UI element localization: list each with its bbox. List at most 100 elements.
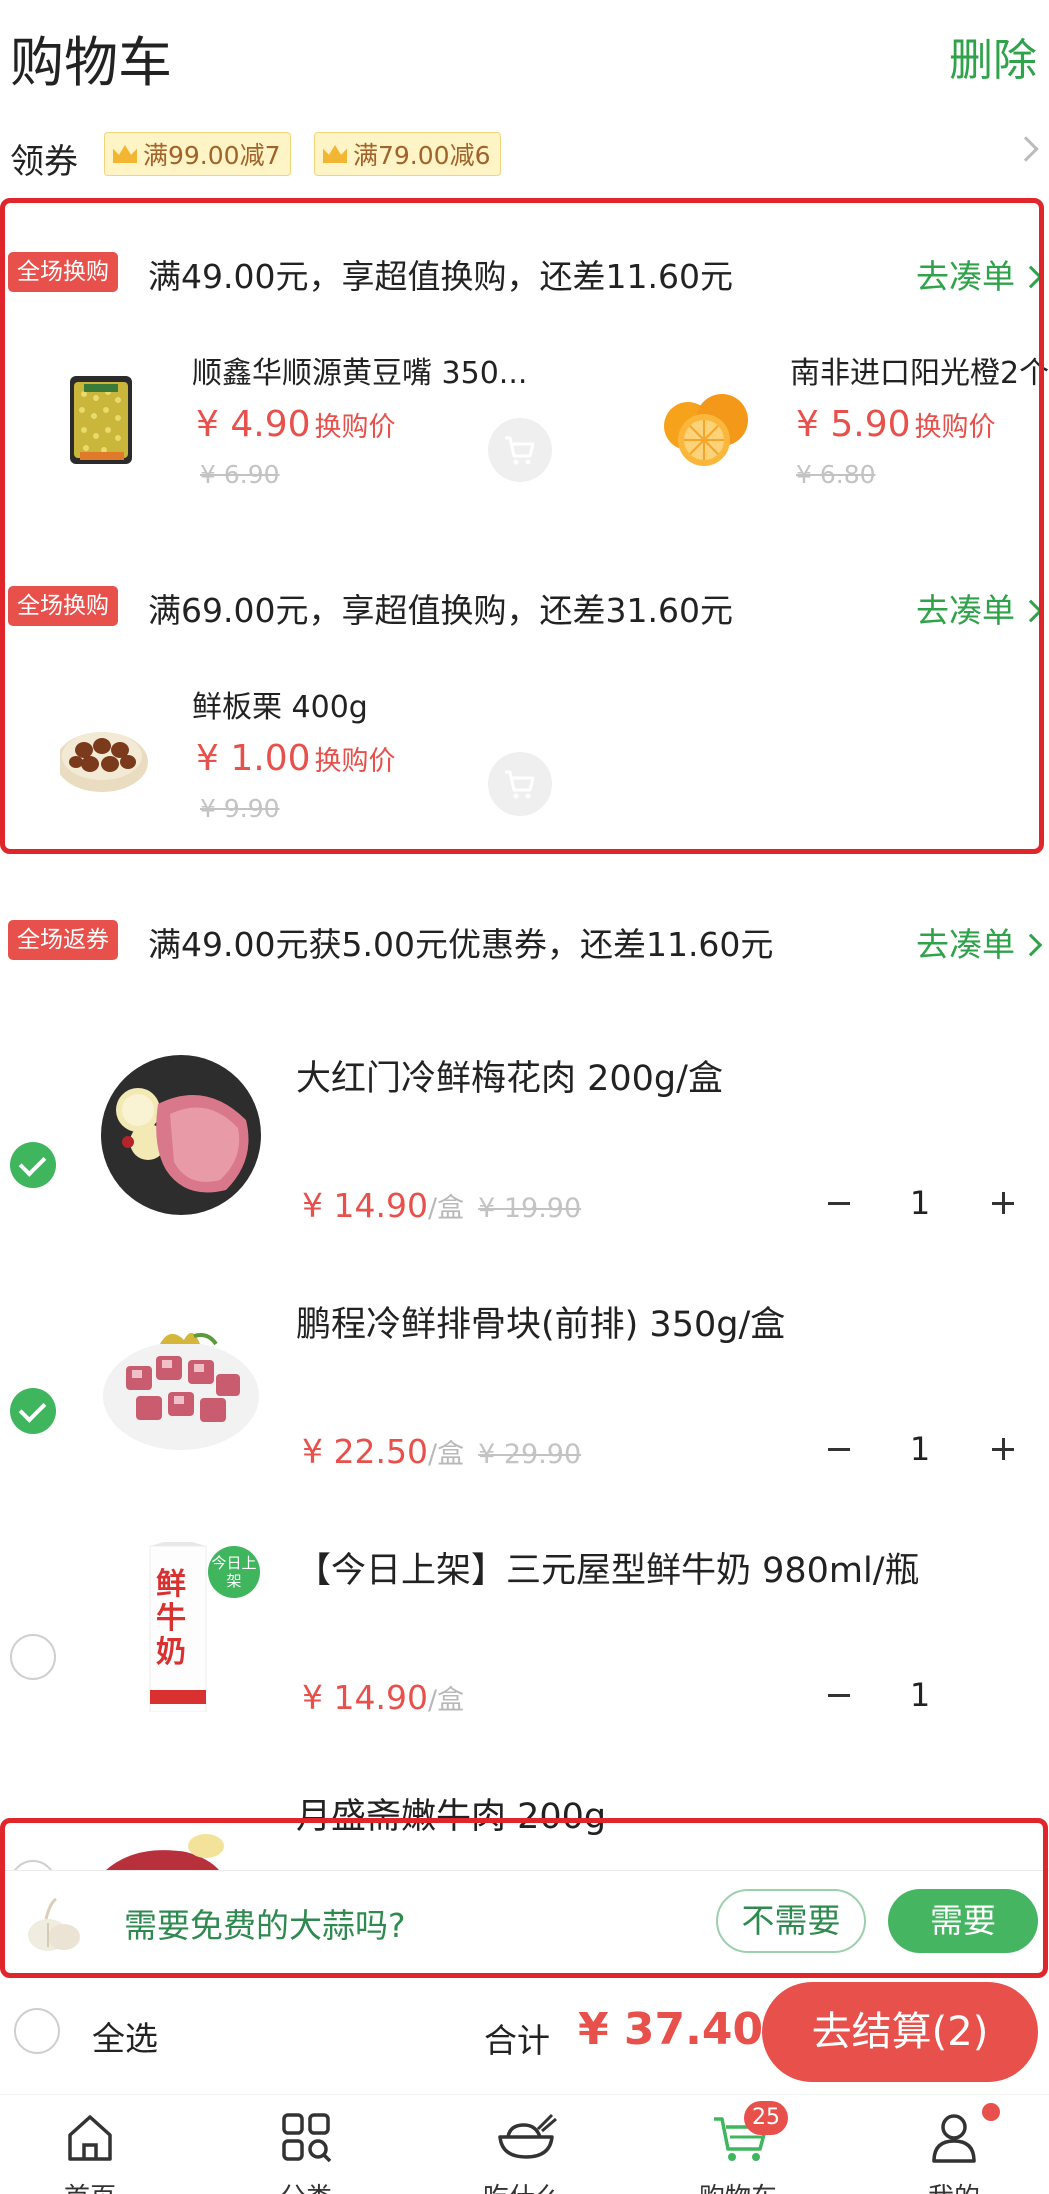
chevron-right-icon <box>1019 599 1043 623</box>
add-more-label: 去凑单 <box>916 591 1015 630</box>
price-unit: /盒 <box>427 1685 465 1716</box>
swap-item-name: 南非进口阳光橙2个 <box>790 356 1049 391</box>
header: 购物车 删除 <box>0 0 1049 110</box>
dish-icon <box>498 2113 557 2159</box>
promo-text: 满49.00元获5.00元优惠券，还差11.60元 <box>148 925 774 964</box>
cart-item[interactable]: 鹏程冷鲜排骨块(前排) 350g/盒 ¥ 22.50/盒 ¥ 29.90 1 <box>0 1296 1049 1536</box>
swap-item-orig-price: ¥ 6.90 <box>200 460 280 489</box>
add-more-label: 去凑单 <box>916 257 1015 296</box>
tab-label: 吃什么 <box>452 2177 592 2194</box>
tab-cart[interactable]: 25 购物车 <box>668 2095 808 2194</box>
item-checkbox[interactable] <box>10 1388 56 1434</box>
swap-promo-row: 全场换购 满69.00元，享超值换购，还差31.60元 去凑单 <box>0 580 1049 636</box>
price-suffix: 换购价 <box>314 746 396 777</box>
checkout-button[interactable]: 去结算(2) <box>762 1982 1038 2082</box>
tab-category[interactable]: 分类 <box>236 2095 376 2194</box>
chevron-right-icon <box>1019 265 1043 289</box>
checkout-bar: 全选 合计 ¥ 37.40 去结算(2) <box>0 1978 1049 2090</box>
tab-what-to-eat[interactable]: 吃什么 <box>452 2095 592 2194</box>
tab-profile[interactable]: 我的 <box>884 2095 1024 2194</box>
quantity-value: 1 <box>909 1676 931 1714</box>
quantity-increase-button[interactable] <box>988 1429 1018 1469</box>
swap-item-price: ¥ 5.90 换购价 <box>796 404 996 445</box>
swap-item-name: 顺鑫华顺源黄豆嘴 350... <box>192 356 528 391</box>
add-to-cart-button[interactable] <box>488 752 552 816</box>
category-icon <box>282 2113 332 2163</box>
price-unit: /盒 <box>427 1439 465 1470</box>
add-more-link[interactable]: 去凑单 <box>916 250 1043 298</box>
cart-item-price: ¥ 14.90/盒 <box>302 1678 464 1717</box>
cart-item-price: ¥ 14.90/盒 ¥ 19.90 <box>302 1186 581 1225</box>
crown-icon <box>113 145 137 163</box>
coupon-row[interactable]: 领券 满99.00减7 满79.00减6 <box>0 128 1049 184</box>
price-unit: /盒 <box>427 1193 465 1224</box>
cart-icon <box>505 436 535 465</box>
quantity-increase-button[interactable] <box>988 1183 1018 1223</box>
chevron-right-icon <box>1013 136 1039 162</box>
coupon-chip[interactable]: 满99.00减7 <box>104 132 292 176</box>
select-all-checkbox[interactable] <box>14 2008 60 2054</box>
tab-label: 分类 <box>236 2177 376 2194</box>
cart-item[interactable]: 月盛斋嫩牛肉 200g <box>0 1788 1049 1870</box>
price-value: ¥ 4.90 <box>196 404 311 445</box>
product-image-pork <box>101 1055 261 1215</box>
add-more-link[interactable]: 去凑单 <box>916 584 1043 632</box>
accept-garlic-button[interactable]: 需要 <box>888 1889 1038 1953</box>
delete-button[interactable]: 删除 <box>949 24 1037 88</box>
quantity-decrease-button[interactable] <box>824 1183 854 1223</box>
cart-item-name: 【今日上架】三元屋型鲜牛奶 980ml/瓶 <box>296 1551 920 1591</box>
product-image-ribs <box>103 1332 259 1450</box>
price-suffix: 换购价 <box>314 412 396 443</box>
quantity-decrease-button[interactable] <box>824 1429 854 1469</box>
milk-carton-text: 鲜牛奶 <box>156 1567 186 1670</box>
tab-label: 我的 <box>884 2177 1024 2194</box>
swap-item-price: ¥ 1.00 换购价 <box>196 738 396 779</box>
quantity-decrease-button[interactable] <box>824 1675 854 1715</box>
total-label: 合计 <box>484 2021 550 2060</box>
coupon-chip[interactable]: 满79.00减6 <box>314 132 502 176</box>
crown-icon <box>323 145 347 163</box>
add-more-label: 去凑单 <box>916 925 1015 964</box>
promo-text: 满69.00元，享超值换购，还差31.60元 <box>148 591 733 630</box>
page-title: 购物车 <box>10 31 172 94</box>
swap-item-price: ¥ 4.90 换购价 <box>196 404 396 445</box>
new-today-badge: 今日上架 <box>208 1546 260 1598</box>
swap-item[interactable]: 顺鑫华顺源黄豆嘴 350... ¥ 4.90 换购价 ¥ 6.90 <box>60 348 570 498</box>
price-value: ¥ 14.90 <box>302 1186 428 1225</box>
tab-home[interactable]: 首页 <box>20 2095 160 2194</box>
promo-tag: 全场换购 <box>8 252 118 292</box>
item-checkbox[interactable] <box>10 1860 56 1870</box>
item-checkbox[interactable] <box>10 1634 56 1680</box>
cart-item[interactable]: 大红门冷鲜梅花肉 200g/盒 ¥ 14.90/盒 ¥ 19.90 1 <box>0 1050 1049 1290</box>
item-checkbox[interactable] <box>10 1142 56 1188</box>
garlic-prompt-bar: 需要免费的大蒜吗? 不需要 需要 <box>0 1870 1049 1976</box>
add-more-link[interactable]: 去凑单 <box>916 918 1043 966</box>
garlic-prompt-text: 需要免费的大蒜吗? <box>124 1906 406 1945</box>
product-image-orange <box>664 394 748 466</box>
cart-item-price: ¥ 22.50/盒 ¥ 29.90 <box>302 1432 581 1471</box>
cart-item-name: 月盛斋嫩牛肉 200g <box>296 1797 607 1837</box>
garlic-icon <box>28 1897 80 1951</box>
add-to-cart-button[interactable] <box>488 418 552 482</box>
total-value: ¥ 37.40 <box>578 2004 764 2055</box>
orig-price: ¥ 19.90 <box>478 1193 582 1224</box>
price-value: ¥ 1.00 <box>196 738 311 779</box>
notification-dot <box>982 2103 1000 2121</box>
coupon-label: 领券 <box>10 142 78 182</box>
swap-item[interactable]: 南非进口阳光橙2个 ¥ 5.90 换购价 ¥ 6.80 <box>648 348 1049 498</box>
swap-item[interactable]: 鲜板栗 400g ¥ 1.00 换购价 ¥ 9.90 <box>60 682 570 832</box>
select-all-label[interactable]: 全选 <box>92 2012 158 2060</box>
profile-icon <box>932 2114 976 2163</box>
swap-item-orig-price: ¥ 9.90 <box>200 794 280 823</box>
price-value: ¥ 5.90 <box>796 404 911 445</box>
decline-garlic-button[interactable]: 不需要 <box>716 1889 866 1953</box>
product-image-beef <box>106 1834 224 1870</box>
promo-tag: 全场返券 <box>8 920 118 960</box>
quantity-value: 1 <box>909 1184 931 1222</box>
cart-item[interactable]: 鲜牛奶 今日上架 【今日上架】三元屋型鲜牛奶 980ml/瓶 ¥ 14.90/盒… <box>0 1542 1049 1782</box>
tab-label: 购物车 <box>668 2177 808 2194</box>
home-icon <box>68 2115 112 2161</box>
cart-item-name: 鹏程冷鲜排骨块(前排) 350g/盒 <box>296 1305 786 1345</box>
coupon-chip-label: 满99.00减7 <box>143 141 281 170</box>
coupon-chip-label: 满79.00减6 <box>353 141 491 170</box>
